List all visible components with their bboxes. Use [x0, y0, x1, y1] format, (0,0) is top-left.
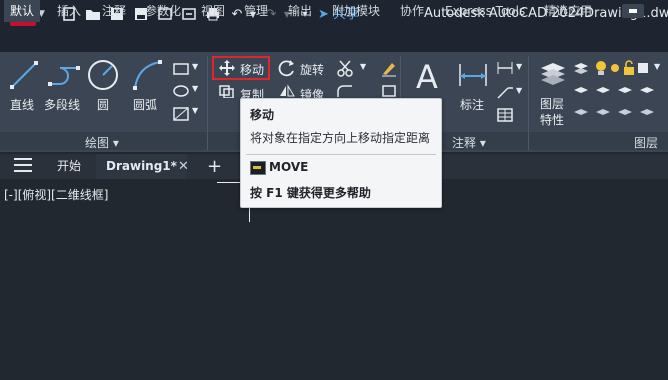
arc-icon[interactable]	[130, 58, 164, 92]
linear-dim-icon[interactable]	[496, 60, 514, 76]
layer-properties-icon[interactable]	[538, 60, 568, 92]
tab-insert[interactable]: 插入	[57, 0, 81, 22]
line-tool-label[interactable]: 直线	[10, 96, 34, 113]
circle-icon[interactable]	[86, 58, 120, 92]
circle-tool-label[interactable]: 圆	[97, 96, 109, 113]
tooltip-divider	[246, 154, 436, 155]
chevron-down-icon[interactable]: ▼	[360, 62, 366, 71]
tab-output[interactable]: 输出	[288, 0, 312, 22]
tab-start[interactable]: 开始	[57, 154, 81, 179]
boundary-icon[interactable]	[172, 106, 190, 122]
hatch-icon[interactable]	[172, 84, 190, 98]
trim-icon[interactable]	[336, 59, 354, 77]
panel-divider	[528, 56, 529, 150]
layer-color-icon[interactable]	[636, 60, 650, 76]
panel-divider	[207, 56, 208, 150]
fillet-icon[interactable]	[336, 84, 354, 98]
tab-parametric[interactable]: 参数化	[145, 0, 181, 22]
tab-featured-apps[interactable]: 精选应用	[544, 0, 592, 22]
table-icon[interactable]	[496, 107, 514, 123]
close-icon[interactable]: ✕	[178, 154, 189, 179]
layer-tools-icon[interactable]	[572, 106, 662, 122]
chevron-down-icon[interactable]: ▼	[192, 62, 198, 71]
tooltip-command: MOVE	[269, 160, 309, 174]
sun-icon[interactable]	[608, 60, 622, 76]
drawing-area[interactable]	[0, 179, 668, 380]
line-icon[interactable]	[9, 60, 39, 90]
layer-properties-label[interactable]: 图层 特性	[540, 96, 564, 128]
dimension-label[interactable]: 标注	[460, 96, 484, 113]
tooltip-title: 移动	[250, 108, 275, 122]
rectangle-icon[interactable]	[172, 62, 190, 76]
move-tooltip: 移动 将对象在指定方向上移动指定距离 MOVE 按 F1 键获得更多帮助	[240, 98, 442, 208]
polyline-icon[interactable]	[46, 62, 82, 88]
chevron-down-icon[interactable]: ▼	[192, 84, 198, 93]
rotate-icon[interactable]	[278, 59, 296, 77]
tab-collaborate[interactable]: 协作	[400, 0, 424, 22]
text-icon[interactable]: A	[414, 60, 444, 92]
dimension-icon[interactable]	[456, 60, 490, 90]
lightbulb-icon[interactable]	[594, 60, 608, 76]
polyline-tool-label[interactable]: 多段线	[44, 96, 80, 113]
layers-panel-title[interactable]: 图层	[634, 134, 658, 151]
open-folder-icon[interactable]	[84, 6, 102, 24]
tab-default[interactable]: 默认	[4, 0, 41, 22]
ribbon-minimize-button[interactable]	[622, 4, 644, 18]
rotate-label[interactable]: 旋转	[300, 61, 324, 78]
tab-express-tools[interactable]: Express Tools	[445, 0, 525, 22]
tab-annotate[interactable]: 注释	[102, 0, 126, 22]
explode-icon[interactable]	[380, 84, 398, 98]
menu-icon[interactable]	[14, 158, 32, 172]
layer-state-icon[interactable]	[572, 62, 590, 76]
tab-addins[interactable]: 附加模块	[332, 0, 380, 22]
svg-text:A: A	[416, 60, 438, 92]
chevron-down-icon[interactable]: ▼	[516, 86, 522, 95]
chevron-down-icon[interactable]: ▼	[192, 106, 198, 115]
erase-icon[interactable]	[380, 59, 398, 77]
tab-drawing1[interactable]: Drawing1*	[96, 154, 187, 179]
viewport-controls[interactable]: [-][俯视][二维线框]	[4, 186, 108, 203]
save-web-icon[interactable]	[180, 6, 198, 24]
move-button[interactable]	[212, 56, 270, 80]
copy-icon[interactable]	[218, 84, 236, 98]
leader-icon[interactable]	[496, 84, 514, 100]
command-line-icon	[250, 161, 266, 175]
chevron-down-icon[interactable]: ▼	[654, 62, 660, 71]
chevron-down-icon[interactable]: ▼	[516, 62, 522, 71]
annotation-panel-title[interactable]: 注释 ▾	[452, 134, 486, 151]
ribbon-tabs	[0, 30, 668, 52]
draw-panel-title[interactable]: 绘图 ▾	[85, 134, 119, 151]
mirror-icon[interactable]	[278, 84, 296, 98]
tooltip-help: 按 F1 键获得更多帮助	[250, 186, 371, 200]
tab-view[interactable]: 视图	[201, 0, 225, 22]
tab-manage[interactable]: 管理	[244, 0, 268, 22]
send-icon: ➤	[318, 7, 329, 22]
unlock-icon[interactable]	[622, 60, 636, 76]
new-tab-icon[interactable]: +	[207, 154, 222, 179]
layer-tools-icon[interactable]	[572, 84, 662, 100]
tooltip-description: 将对象在指定方向上移动指定距离	[250, 131, 431, 145]
arc-tool-label[interactable]: 圆弧	[133, 96, 157, 113]
